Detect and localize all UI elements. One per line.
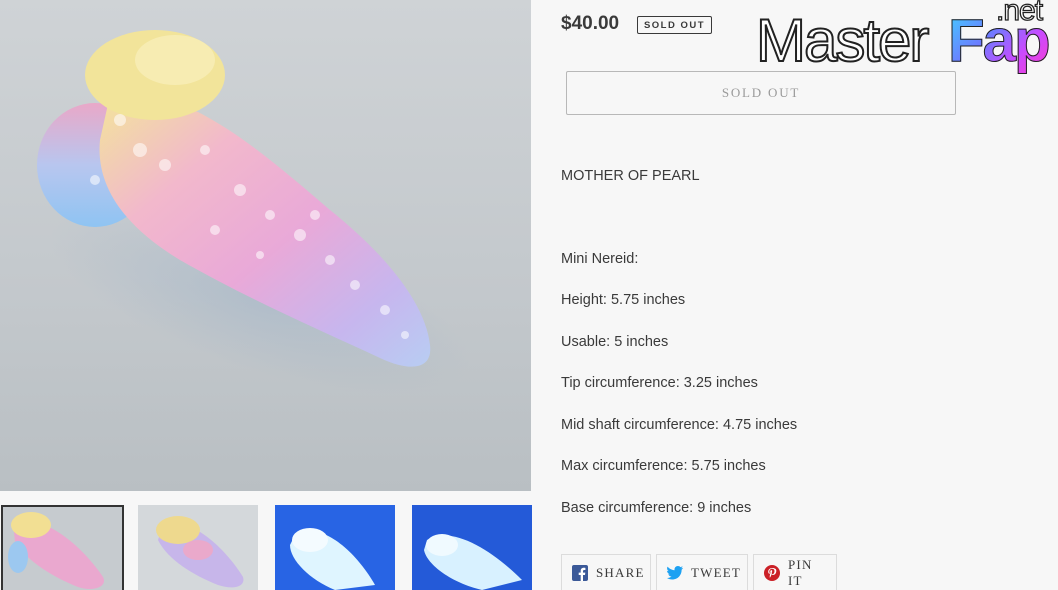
description-line: Max circumference: 5.75 inches [561,458,766,474]
share-facebook-button[interactable]: SHARE [561,554,651,590]
thumbnail-gallery [0,505,532,590]
watermark-logo: Master Fap .net [752,0,1058,80]
tweet-label: TWEET [691,564,742,580]
description-line: Mini Nereid: [561,251,639,267]
product-price: $40.00 [561,13,620,34]
watermark-master: Master [755,6,930,75]
share-label: SHARE [596,564,645,580]
pinterest-icon [764,564,780,581]
main-product-image[interactable] [0,0,531,491]
pin-it-button[interactable]: PIN IT [753,554,837,590]
sold-out-badge: SOLD OUT [637,16,712,34]
description-line: Tip circumference: 3.25 inches [561,375,758,391]
facebook-icon [572,564,588,581]
product-photo [37,30,471,396]
thumbnail-3[interactable] [275,505,395,590]
description-line: Usable: 5 inches [561,334,669,350]
twitter-icon [667,565,683,581]
description-line: Mid shaft circumference: 4.75 inches [561,417,798,433]
product-title: MOTHER OF PEARL [561,168,700,184]
pin-it-label: PIN IT [788,556,813,588]
watermark-net: .net [995,0,1043,28]
description-line: Height: 5.75 inches [561,292,686,308]
description-line: Base circumference: 9 inches [561,500,752,516]
thumbnail-4[interactable] [412,505,532,590]
tweet-button[interactable]: TWEET [656,554,748,590]
thumbnail-1[interactable] [1,505,124,590]
thumbnail-2[interactable] [138,505,258,590]
